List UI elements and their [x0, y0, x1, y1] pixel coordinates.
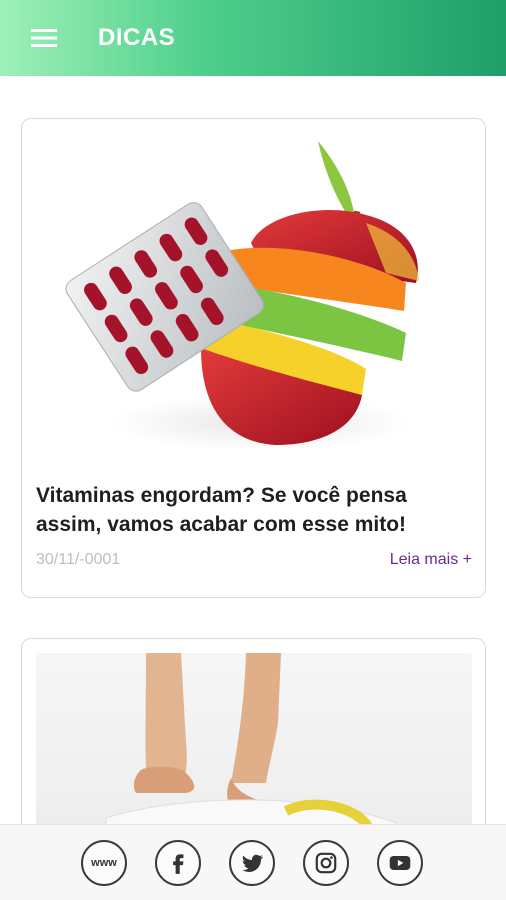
website-button[interactable]: www — [81, 840, 127, 886]
instagram-button[interactable] — [303, 840, 349, 886]
facebook-icon — [173, 854, 184, 874]
instagram-icon — [315, 852, 337, 874]
tip-date: 30/11/-0001 — [36, 551, 121, 568]
app-bar: DICAS — [0, 0, 506, 76]
hamburger-icon — [31, 29, 57, 47]
menu-button[interactable] — [0, 0, 88, 76]
read-more-link[interactable]: Leia mais + — [390, 551, 472, 569]
tip-title[interactable]: Vitaminas engordam? Se você pensa assim,… — [36, 481, 466, 539]
twitter-icon — [242, 854, 263, 872]
facebook-button[interactable] — [155, 840, 201, 886]
tips-list[interactable]: Vitaminas engordam? Se você pensa assim,… — [0, 76, 506, 824]
youtube-button[interactable] — [377, 840, 423, 886]
tip-card[interactable]: Vitaminas engordam? Se você pensa assim,… — [21, 118, 486, 598]
social-footer: www — [0, 824, 506, 900]
feet-stepping-on-scale-image — [36, 653, 472, 824]
page-title: DICAS — [98, 24, 176, 51]
www-icon: www — [91, 857, 117, 869]
tip-card[interactable] — [21, 638, 486, 824]
youtube-icon — [389, 855, 411, 871]
twitter-button[interactable] — [229, 840, 275, 886]
vitamin-pills-and-sliced-apple-image — [36, 133, 472, 456]
